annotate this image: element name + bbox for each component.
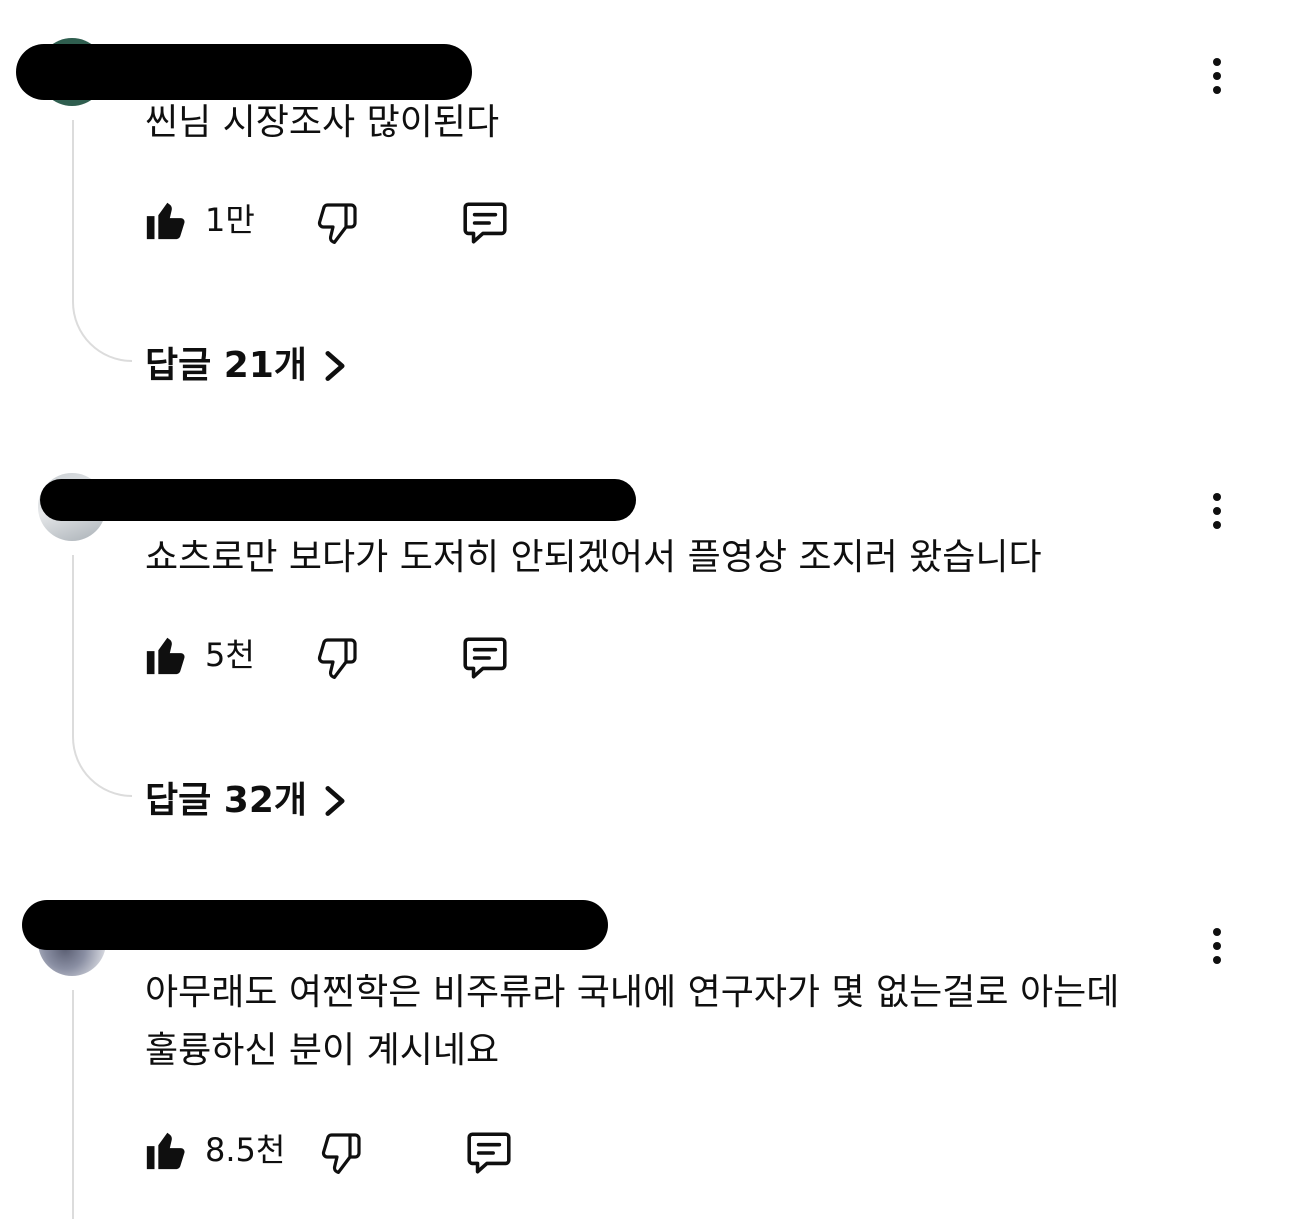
thread-line: [72, 120, 132, 362]
more-vertical-icon: [1213, 493, 1221, 501]
thumbs-down-icon[interactable]: [313, 633, 361, 683]
more-options-button[interactable]: [1202, 491, 1232, 531]
comment-icon[interactable]: [459, 198, 511, 248]
comment-text-line: 훌륭하신 분이 계시네요: [145, 1030, 500, 1071]
more-options-button[interactable]: [1202, 56, 1232, 96]
redacted-username: [40, 479, 636, 521]
replies-label: 답글 21개: [145, 345, 307, 386]
more-options-button[interactable]: [1202, 926, 1232, 966]
thread-line: [72, 990, 132, 1219]
comment-icon[interactable]: [459, 633, 511, 683]
thread-line: [72, 555, 132, 797]
chevron-right-icon: [325, 351, 345, 381]
thumbs-down-icon[interactable]: [313, 198, 361, 248]
thumbs-up-icon[interactable]: [143, 631, 189, 679]
thumbs-down-icon[interactable]: [317, 1128, 365, 1178]
comment-actions: 1만: [143, 194, 543, 250]
comment-text-line: 쇼츠로만 보다가 도저히 안되겠어서 플영상 조지러 왔습니다: [145, 537, 1042, 578]
thumbs-up-icon[interactable]: [143, 196, 189, 244]
like-count: 1만: [205, 201, 255, 239]
chevron-right-icon: [325, 786, 345, 816]
view-replies-button[interactable]: 답글 21개: [145, 342, 349, 390]
comment-icon[interactable]: [463, 1128, 515, 1178]
like-count: 5천: [205, 636, 255, 674]
redacted-username: [22, 900, 608, 950]
comments-list: 씬님 시장조사 많이된다 1만 답글 21개 쇼츠로만 보다가 도저히 안되겠어…: [0, 0, 1290, 1219]
comment-text-line: 씬님 시장조사 많이된다: [145, 102, 500, 143]
replies-label: 답글 32개: [145, 780, 307, 821]
comment-text: 씬님 시장조사 많이된다: [145, 94, 499, 152]
more-vertical-icon: [1213, 928, 1221, 936]
more-vertical-icon: [1213, 58, 1221, 66]
comment-text: 아무래도 여찐학은 비주류라 국내에 연구자가 몇 없는걸로 아는데 훌륭하신 …: [145, 964, 1119, 1080]
view-replies-button[interactable]: 답글 32개: [145, 777, 349, 825]
comment-actions: 5천: [143, 629, 543, 685]
comment-actions: 8.5천: [143, 1124, 543, 1180]
thumbs-up-icon[interactable]: [143, 1126, 189, 1174]
like-count: 8.5천: [205, 1131, 286, 1169]
comment-text-line: 아무래도 여찐학은 비주류라 국내에 연구자가 몇 없는걸로 아는데: [145, 972, 1120, 1013]
comment-text: 쇼츠로만 보다가 도저히 안되겠어서 플영상 조지러 왔습니다: [145, 529, 1042, 587]
redacted-username: [16, 44, 472, 100]
